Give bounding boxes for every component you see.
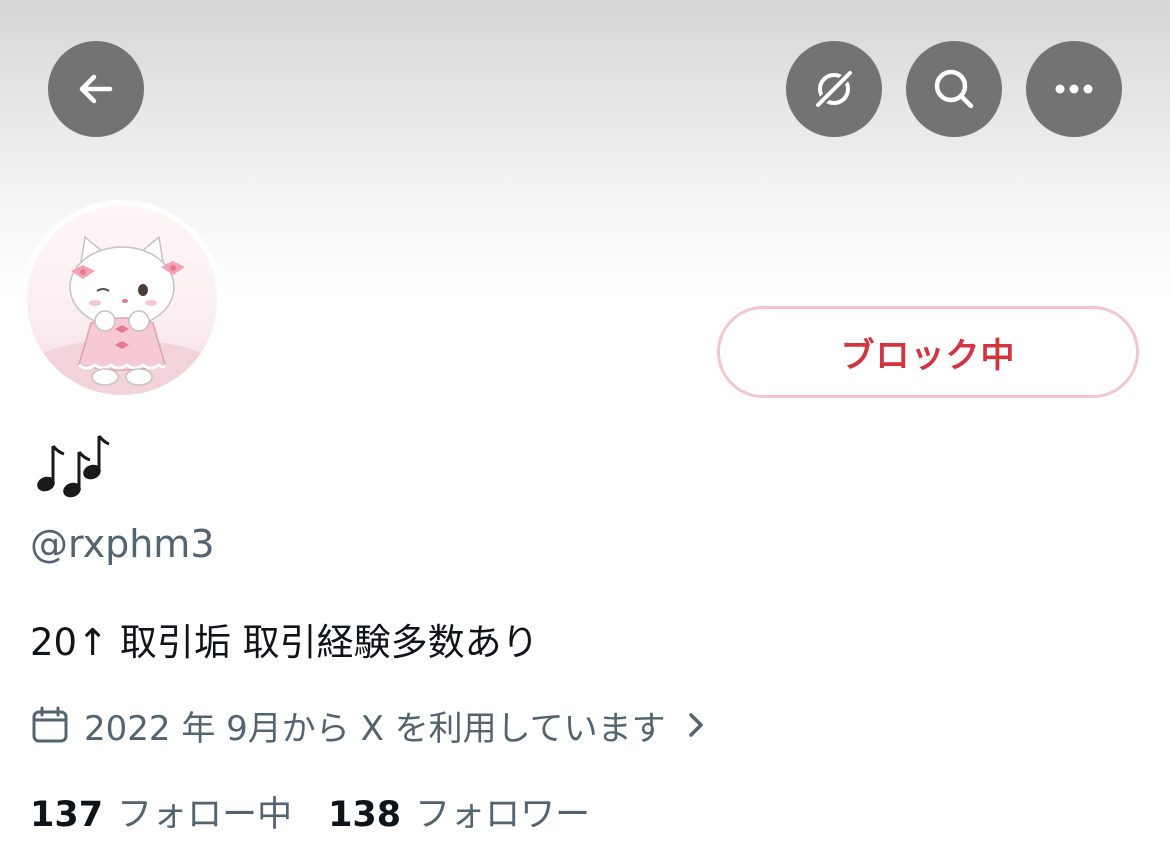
profile-bio: 20↑ 取引垢 取引経験多数あり xyxy=(30,621,539,664)
chevron-right-icon xyxy=(688,713,703,737)
more-button[interactable] xyxy=(1026,41,1122,137)
following-label: フォロー中 xyxy=(117,794,293,835)
follow-stats: 137 フォロー中 138 フォロワー xyxy=(30,786,590,836)
pink-cat-avatar-image xyxy=(27,205,217,395)
more-icon xyxy=(1055,84,1093,94)
followers-link[interactable]: 138 フォロワー xyxy=(328,786,590,837)
calendar-icon xyxy=(32,706,68,743)
user-handle: @rxphm3 xyxy=(30,522,215,566)
following-link[interactable]: 137 フォロー中 xyxy=(30,786,292,837)
search-icon xyxy=(934,69,974,109)
block-status-button[interactable]: ブロック中 xyxy=(717,306,1139,398)
following-count: 137 xyxy=(30,794,104,835)
translate-off-icon xyxy=(815,70,853,108)
block-button-label: ブロック中 xyxy=(840,335,1016,376)
display-name xyxy=(30,432,110,502)
avatar[interactable] xyxy=(22,200,222,400)
back-button[interactable] xyxy=(48,41,144,137)
search-button[interactable] xyxy=(906,41,1002,137)
join-date[interactable]: 2022 年 9月から X を利用しています xyxy=(30,700,706,750)
followers-label: フォロワー xyxy=(415,794,591,835)
followers-count: 138 xyxy=(328,794,402,835)
arrow-left-icon xyxy=(79,74,113,104)
music-notes-icon xyxy=(37,435,110,498)
join-date-text: 2022 年 9月から X を利用しています xyxy=(84,708,666,749)
translate-off-button[interactable] xyxy=(786,41,882,137)
